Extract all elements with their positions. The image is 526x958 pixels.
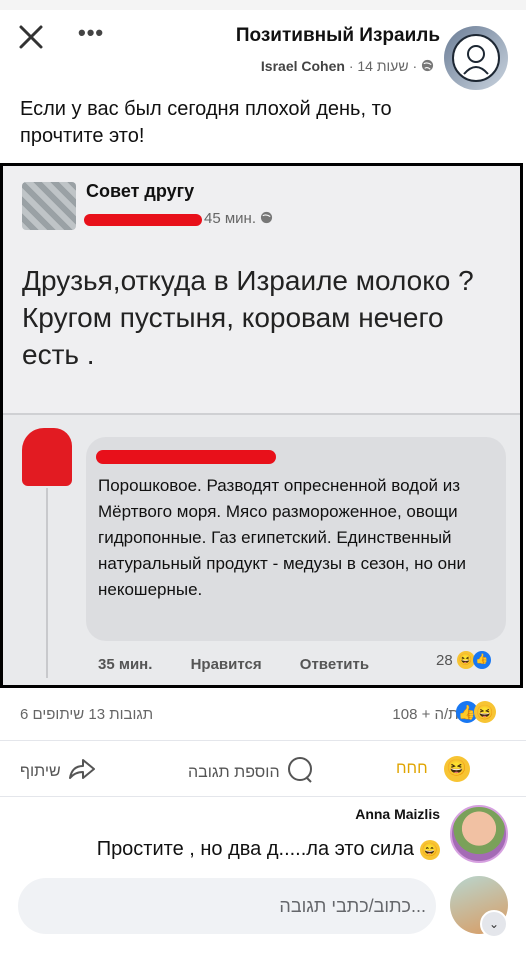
comment-input-placeholder: כתוב/כתבי תגובה... [279,896,426,916]
comment-body: Простите , но два д.....ла это сила [96,838,414,860]
haha-emoji-icon: 😆 [456,651,475,669]
embedded-comment-time: 35 мин. [98,656,153,673]
page-name[interactable]: Позитивный Израиль [236,25,440,47]
share-button[interactable]: שיתוף [20,756,97,787]
share-label: שיתוף [20,762,61,780]
share-icon [67,756,97,787]
divider [3,413,520,415]
author-name[interactable]: Israel Cohen [261,58,345,74]
post-meta: Israel Cohen · 14 שעות · [261,58,434,74]
commenter-avatar[interactable] [450,805,508,863]
close-icon[interactable] [14,20,48,54]
comment-text: Простите , но два д.....ла это сила 😄 [97,838,440,861]
thread-line [46,488,48,678]
reaction-icons[interactable]: 👍 😆 [456,701,496,723]
commenter-name[interactable]: Anna Maizlis [355,806,440,822]
haha-reaction-icon: 😆 [474,701,496,723]
haha-emoji-icon: 😆 [443,756,470,782]
embedded-post-body: Друзья,откуда в Израиле молоко ? Кругом … [22,265,474,370]
post-time[interactable]: 14 שעות [357,58,408,74]
comment-button[interactable]: הוספת תגובה [188,756,314,789]
embedded-comment-text: Порошковое. Разводят опресненной водой и… [98,476,467,599]
react-button[interactable]: חחח 😆 [396,756,470,782]
chevron-down-icon[interactable]: ⌄ [480,910,508,938]
group-name: Совет другу [86,181,195,201]
group-avatar-blurred [22,182,76,230]
embedded-reactions: 28 😆 👍 [436,651,491,669]
redacted-commenter-avatar [22,428,72,486]
globe-icon [421,58,434,74]
post-text: Если у вас был сегодня плохой день, то п… [20,98,392,147]
comment-label: הוספת תגובה [188,763,280,781]
comments-shares-count[interactable]: 6 תגובות 13 שיתופים [20,706,153,723]
meta-separator: · [412,58,421,74]
react-label: חחח [396,760,428,777]
more-icon[interactable]: ••• [78,20,104,46]
like-emoji-icon: 👍 [472,651,491,669]
redacted-author [84,214,202,226]
embedded-reply-label: Ответить [299,656,370,673]
separator [0,740,526,741]
haha-emoji-icon: 😄 [420,839,440,860]
status-bar [0,0,526,10]
globe-icon [260,210,273,227]
embedded-time: 45 мин. [204,210,273,227]
separator [0,796,526,797]
embedded-comment-actions: 35 мин. Нравится Ответить [98,656,403,673]
embedded-time-label: 45 мин. [204,210,256,227]
redacted-commenter-name [96,450,276,464]
embedded-like-label: Нравится [190,656,262,673]
comment-icon [286,756,314,789]
page-avatar-image [452,34,500,82]
embedded-reaction-count: 28 [436,651,453,669]
